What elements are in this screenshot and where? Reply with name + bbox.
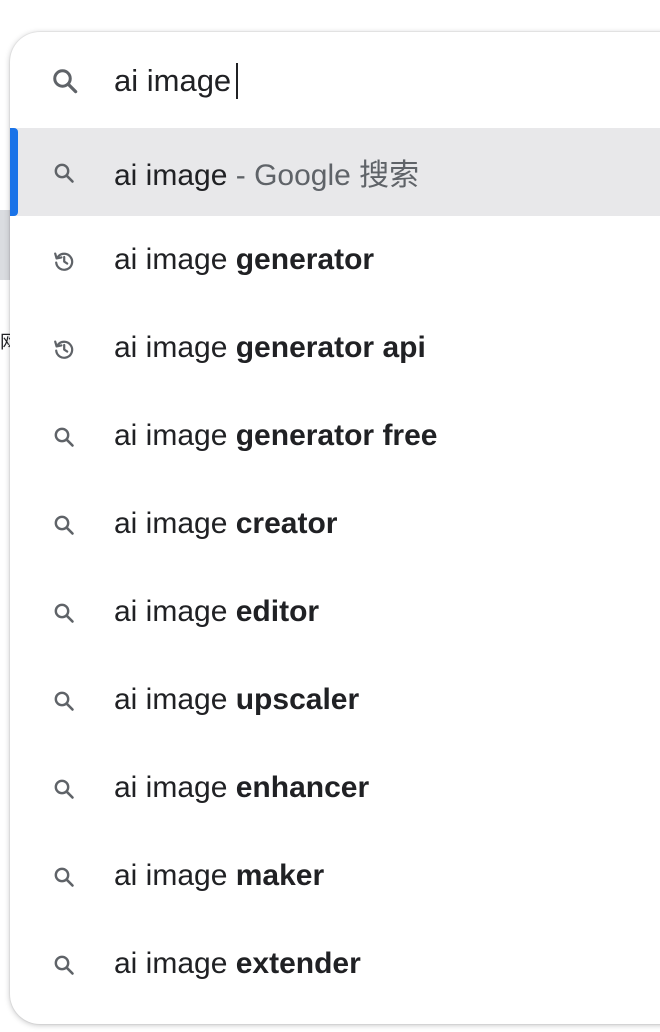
suggestion-text: ai image generator api <box>114 331 426 365</box>
suggestion-completion: extender <box>235 947 361 980</box>
suggestion-text: ai image editor <box>114 595 319 629</box>
suggestion-prefix: ai image <box>114 243 236 276</box>
suggestion-text: ai image generator free <box>114 419 437 453</box>
suggestion-completion: generator api <box>235 331 426 364</box>
search-icon <box>54 867 74 887</box>
suggestion-row[interactable]: ai image extender <box>10 920 660 1008</box>
search-icon <box>54 515 74 535</box>
suggestion-text: ai image creator <box>114 507 337 541</box>
text-caret <box>236 63 239 99</box>
search-icon <box>54 779 74 799</box>
suggestion-completion: enhancer <box>235 771 370 804</box>
omnibox-input-text: ai image <box>114 63 232 98</box>
suggestion-prefix: ai image <box>114 507 236 540</box>
suggestion-prefix: ai image <box>114 419 236 452</box>
suggestion-prefix: ai image <box>114 159 228 192</box>
suggestion-completion: maker <box>235 859 325 892</box>
suggestion-prefix: ai image <box>114 595 236 628</box>
omnibox[interactable]: ai image <box>10 32 660 128</box>
suggestion-row[interactable]: ai image creator <box>10 480 660 568</box>
search-icon <box>54 691 74 711</box>
history-icon <box>54 340 74 359</box>
search-icon <box>54 603 74 623</box>
suggestion-prefix: ai image <box>114 771 236 804</box>
suggestion-completion: editor <box>235 595 320 628</box>
suggestion-completion: creator <box>235 507 338 540</box>
suggestion-prefix: ai image <box>114 683 236 716</box>
suggestion-prefix: ai image <box>114 331 236 364</box>
suggestion-row[interactable]: ai image generator api <box>10 304 660 392</box>
suggestion-row[interactable]: ai image generator <box>10 216 660 304</box>
suggestion-separator: - <box>227 159 255 192</box>
suggestion-row[interactable]: ai image maker <box>10 832 660 920</box>
search-icon <box>54 163 74 183</box>
suggestion-prefix: ai image <box>114 947 236 980</box>
suggestion-text: ai image maker <box>114 859 324 893</box>
suggestion-text: ai image - Google 搜索 <box>114 150 419 194</box>
search-icon <box>54 427 74 447</box>
search-icon <box>53 69 78 94</box>
suggestion-text: ai image enhancer <box>114 771 369 805</box>
suggestion-row[interactable]: ai image upscaler <box>10 656 660 744</box>
suggestion-completion: generator free <box>235 419 438 452</box>
suggestion-row[interactable]: ai image generator free <box>10 392 660 480</box>
suggestion-text: ai image extender <box>114 947 361 981</box>
suggestion-row[interactable]: ai image editor <box>10 568 660 656</box>
suggestion-row[interactable]: ai image enhancer <box>10 744 660 832</box>
omnibox-dropdown: ai image ai image - Google 搜索 ai image g… <box>10 32 660 1024</box>
omnibox-input[interactable]: ai image <box>114 60 239 102</box>
suggestion-list: ai image - Google 搜索 ai image generator … <box>10 128 660 1008</box>
suggestion-row-search-google[interactable]: ai image - Google 搜索 <box>10 128 660 216</box>
suggestion-completion: generator <box>235 243 375 276</box>
suggestion-prefix: ai image <box>114 859 236 892</box>
history-icon <box>54 252 74 271</box>
suggestion-text: ai image upscaler <box>114 683 359 717</box>
suggestion-text: ai image generator <box>114 243 374 277</box>
search-engine-label: Google 搜索 <box>254 159 420 192</box>
background-partial-text: 网 <box>0 332 10 353</box>
search-icon <box>54 955 74 975</box>
suggestion-completion: upscaler <box>235 683 360 716</box>
